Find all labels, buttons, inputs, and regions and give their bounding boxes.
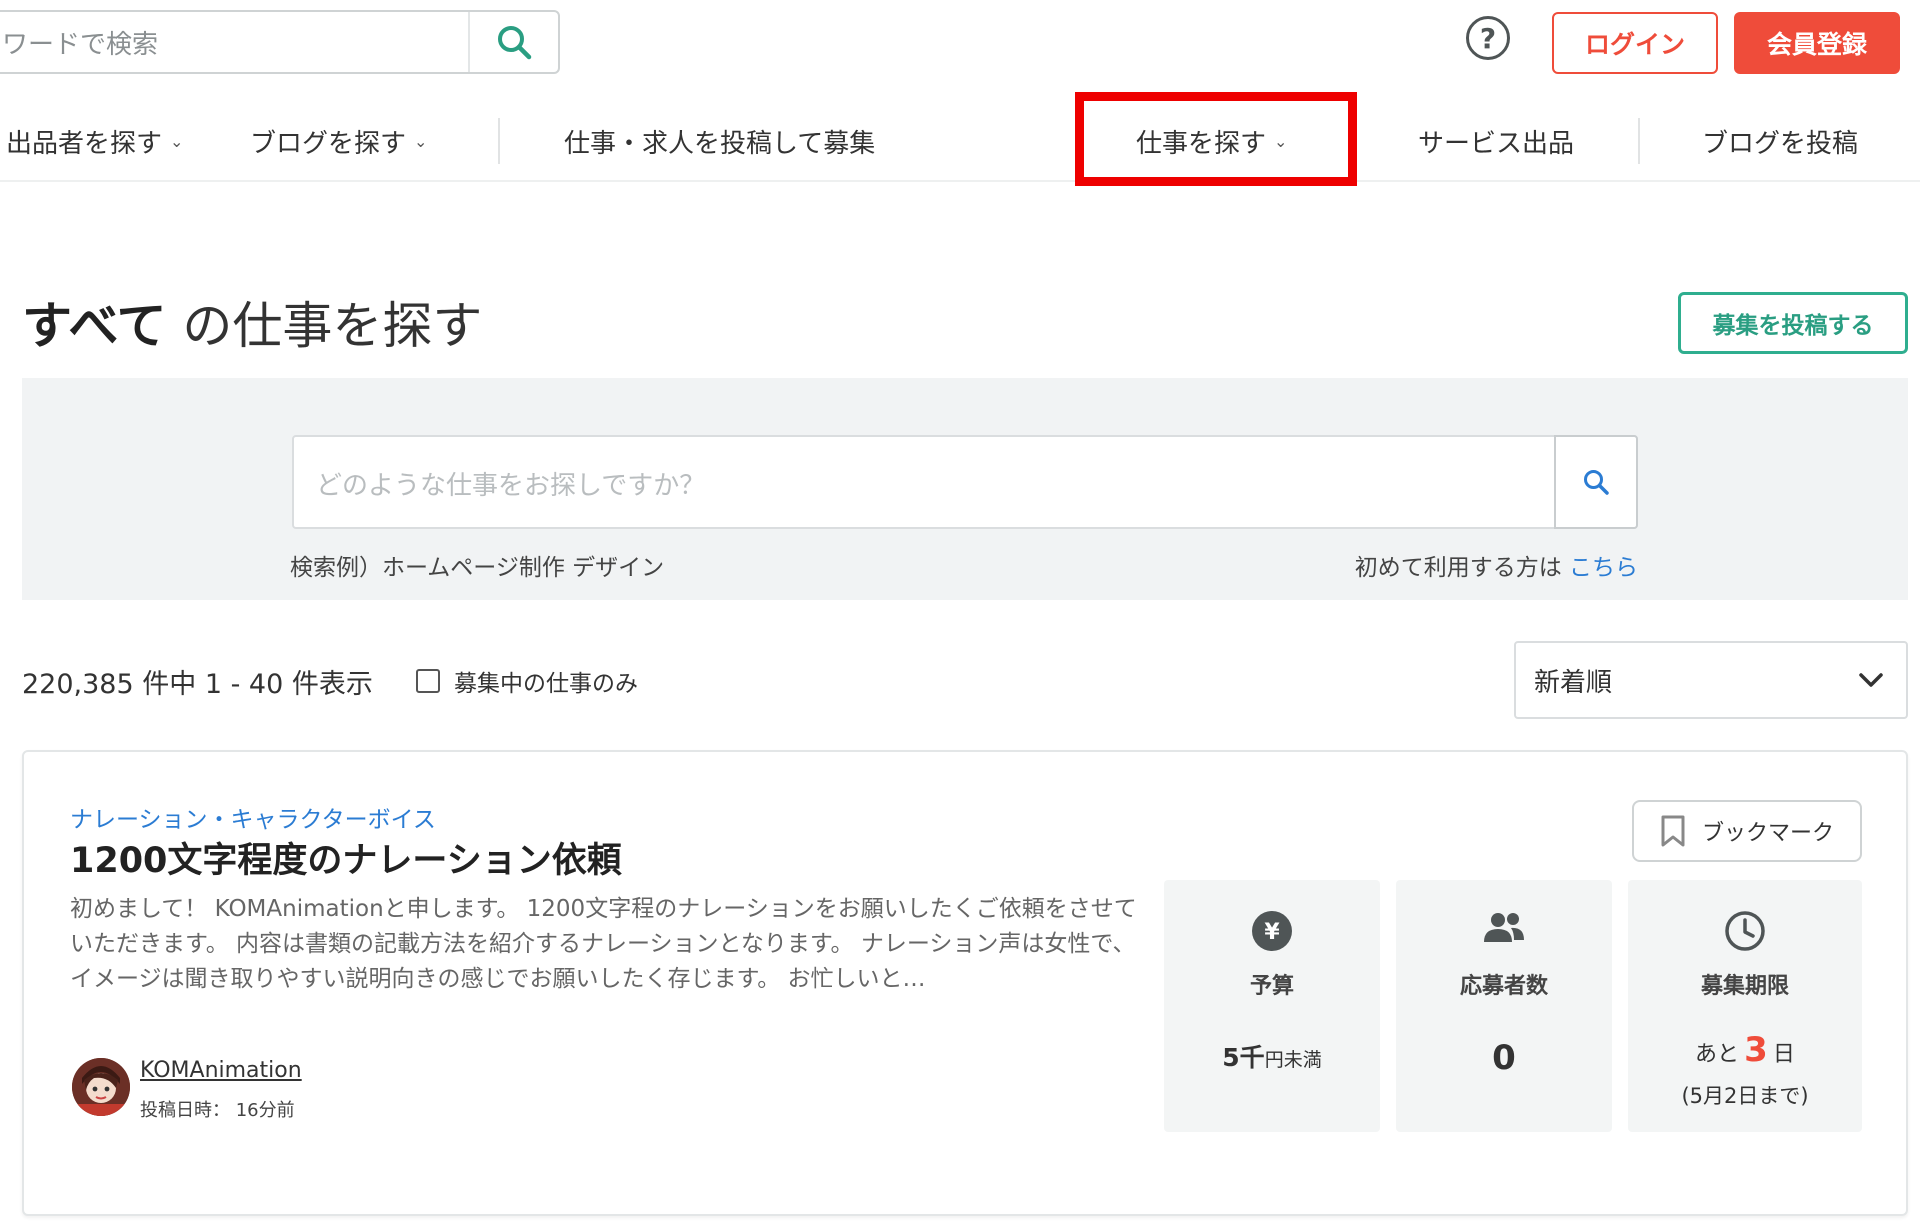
open-only-label: 募集中の仕事のみ — [454, 671, 638, 697]
applicants-label: 応募者数 — [1459, 974, 1548, 999]
budget-label: 予算 — [1249, 974, 1294, 999]
yen-icon: ¥ — [1252, 911, 1292, 951]
svg-text:¥: ¥ — [1264, 920, 1280, 945]
deadline-stat: 募集期限 あと 3 日 (5月2日まで) — [1628, 880, 1862, 1132]
signup-button[interactable]: 会員登録 — [1734, 12, 1900, 74]
keyword-search-box[interactable]: ワードで検索 — [0, 10, 560, 74]
keyword-search-button[interactable] — [468, 12, 558, 72]
applicants-value: 0 — [1492, 1038, 1516, 1078]
job-description: 初めまして！ KOMAnimationと申します。 1200文字程のナレーション… — [70, 896, 1137, 992]
page-title: すべて の仕事を探す — [22, 297, 483, 355]
bookmark-button[interactable]: ブックマーク — [1632, 800, 1862, 862]
result-count: 220,385 件中 1 - 40 件表示 — [22, 669, 373, 700]
job-search-input[interactable]: どのような仕事をお探しですか？ — [316, 465, 705, 502]
users-icon — [1484, 913, 1524, 942]
job-search-field[interactable]: どのような仕事をお探しですか？ — [292, 435, 1638, 529]
bookmark-icon — [1661, 815, 1685, 847]
keyword-search-input[interactable]: ワードで検索 — [0, 24, 468, 61]
chevron-down-icon: ⌄ — [170, 131, 184, 151]
post-request-button[interactable]: 募集を投稿する — [1678, 292, 1908, 354]
username-link[interactable]: KOMAnimation — [140, 1058, 302, 1083]
nav-divider — [498, 118, 500, 164]
first-time-guide: 初めて利用する方は こちら — [1354, 555, 1638, 581]
nav-find-sellers[interactable]: 出品者を探す ⌄ — [6, 100, 183, 182]
nav-post-blog[interactable]: ブログを投稿 — [1702, 100, 1858, 182]
open-only-filter[interactable]: 募集中の仕事のみ — [416, 664, 638, 698]
job-card[interactable]: ナレーション・キャラクターボイス 1200文字程度のナレーション依頼 初めまして… — [22, 750, 1908, 1216]
posted-time: 投稿日時： 16分前 — [140, 1100, 295, 1121]
job-search-button[interactable] — [1554, 435, 1638, 529]
avatar-image — [72, 1058, 130, 1116]
nav-find-blogs[interactable]: ブログを探す ⌄ — [250, 100, 427, 182]
avatar[interactable] — [72, 1058, 130, 1116]
clock-icon — [1725, 911, 1765, 951]
global-nav: 出品者を探す ⌄ ブログを探す ⌄ 仕事・求人を投稿して募集 仕事を探す ⌄ サービス… — [0, 100, 1920, 182]
chevron-down-icon — [1859, 673, 1883, 687]
deadline-value: あと 3 日 — [1695, 1030, 1795, 1070]
sort-selected-value: 新着順 — [1534, 667, 1613, 698]
deadline-label: 募集期限 — [1700, 974, 1789, 999]
applicants-stat: 応募者数 0 — [1396, 880, 1612, 1132]
search-example: 検索例）ホームページ制作 デザイン — [290, 555, 665, 581]
help-icon[interactable]: ? — [1466, 16, 1510, 60]
search-icon — [1584, 470, 1609, 495]
deadline-date: (5月2日まで) — [1681, 1084, 1809, 1108]
nav-post-job[interactable]: 仕事・求人を投稿して募集 — [564, 100, 875, 182]
job-category-link[interactable]: ナレーション・キャラクターボイス — [70, 800, 436, 834]
highlight-annotation — [1075, 92, 1357, 186]
login-button[interactable]: ログイン — [1552, 12, 1718, 74]
budget-stat: ¥ 予算 5千円未満 — [1164, 880, 1380, 1132]
job-title-link[interactable]: 1200文字程度のナレーション依頼 — [70, 832, 622, 883]
nav-divider — [1638, 118, 1640, 164]
search-icon — [498, 26, 532, 60]
sort-select[interactable]: 新着順 — [1514, 641, 1908, 719]
budget-value: 5千円未満 — [1222, 1043, 1322, 1072]
job-search-panel: どのような仕事をお探しですか？ 検索例）ホームページ制作 デザイン 初めて利用す… — [22, 378, 1908, 600]
first-time-link[interactable]: こちら — [1569, 555, 1638, 581]
open-only-checkbox[interactable] — [416, 669, 440, 693]
chevron-down-icon: ⌄ — [414, 131, 428, 151]
nav-list-service[interactable]: サービス出品 — [1418, 100, 1574, 182]
